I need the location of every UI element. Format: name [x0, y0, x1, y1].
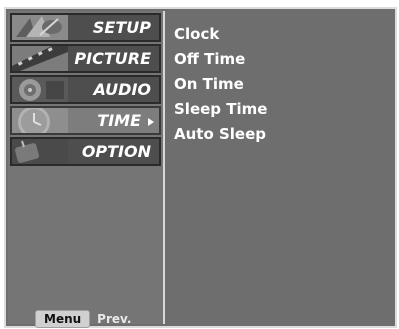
- submenu-item-clock[interactable]: Clock: [174, 22, 267, 47]
- menu-item-time[interactable]: TIME: [10, 106, 161, 135]
- footer-hint: Menu Prev.: [35, 310, 131, 328]
- menu-item-option[interactable]: OPTION: [10, 137, 161, 166]
- main-menu-sidebar: SETUP PICTURE AUDIO TIME OPTION Menu Pre…: [8, 11, 165, 328]
- menu-item-label: OPTION: [81, 142, 151, 161]
- speaker-icon: [12, 77, 68, 102]
- clock-icon: [12, 108, 68, 133]
- menu-item-label: AUDIO: [93, 80, 152, 99]
- submenu-item-off-time[interactable]: Off Time: [174, 47, 267, 72]
- submenu-item-on-time[interactable]: On Time: [174, 72, 267, 97]
- menu-item-picture[interactable]: PICTURE: [10, 44, 161, 73]
- selected-arrow-icon: [148, 118, 154, 126]
- submenu-item-auto-sleep[interactable]: Auto Sleep: [174, 122, 267, 147]
- menu-item-label: SETUP: [92, 18, 151, 37]
- menu-key-button[interactable]: Menu: [35, 310, 91, 328]
- time-submenu: Clock Off Time On Time Sleep Time Auto S…: [174, 22, 267, 147]
- menu-item-label: PICTURE: [74, 49, 151, 68]
- satellite-dish-icon: [12, 15, 68, 40]
- submenu-item-sleep-time[interactable]: Sleep Time: [174, 97, 267, 122]
- special-icon: [12, 139, 68, 164]
- film-strip-icon: [12, 46, 68, 71]
- menu-item-audio[interactable]: AUDIO: [10, 75, 161, 104]
- menu-item-label: TIME: [97, 111, 141, 130]
- menu-item-setup[interactable]: SETUP: [10, 13, 161, 42]
- prev-hint-label: Prev.: [97, 312, 132, 326]
- osd-menu-panel: SETUP PICTURE AUDIO TIME OPTION Menu Pre…: [4, 7, 397, 328]
